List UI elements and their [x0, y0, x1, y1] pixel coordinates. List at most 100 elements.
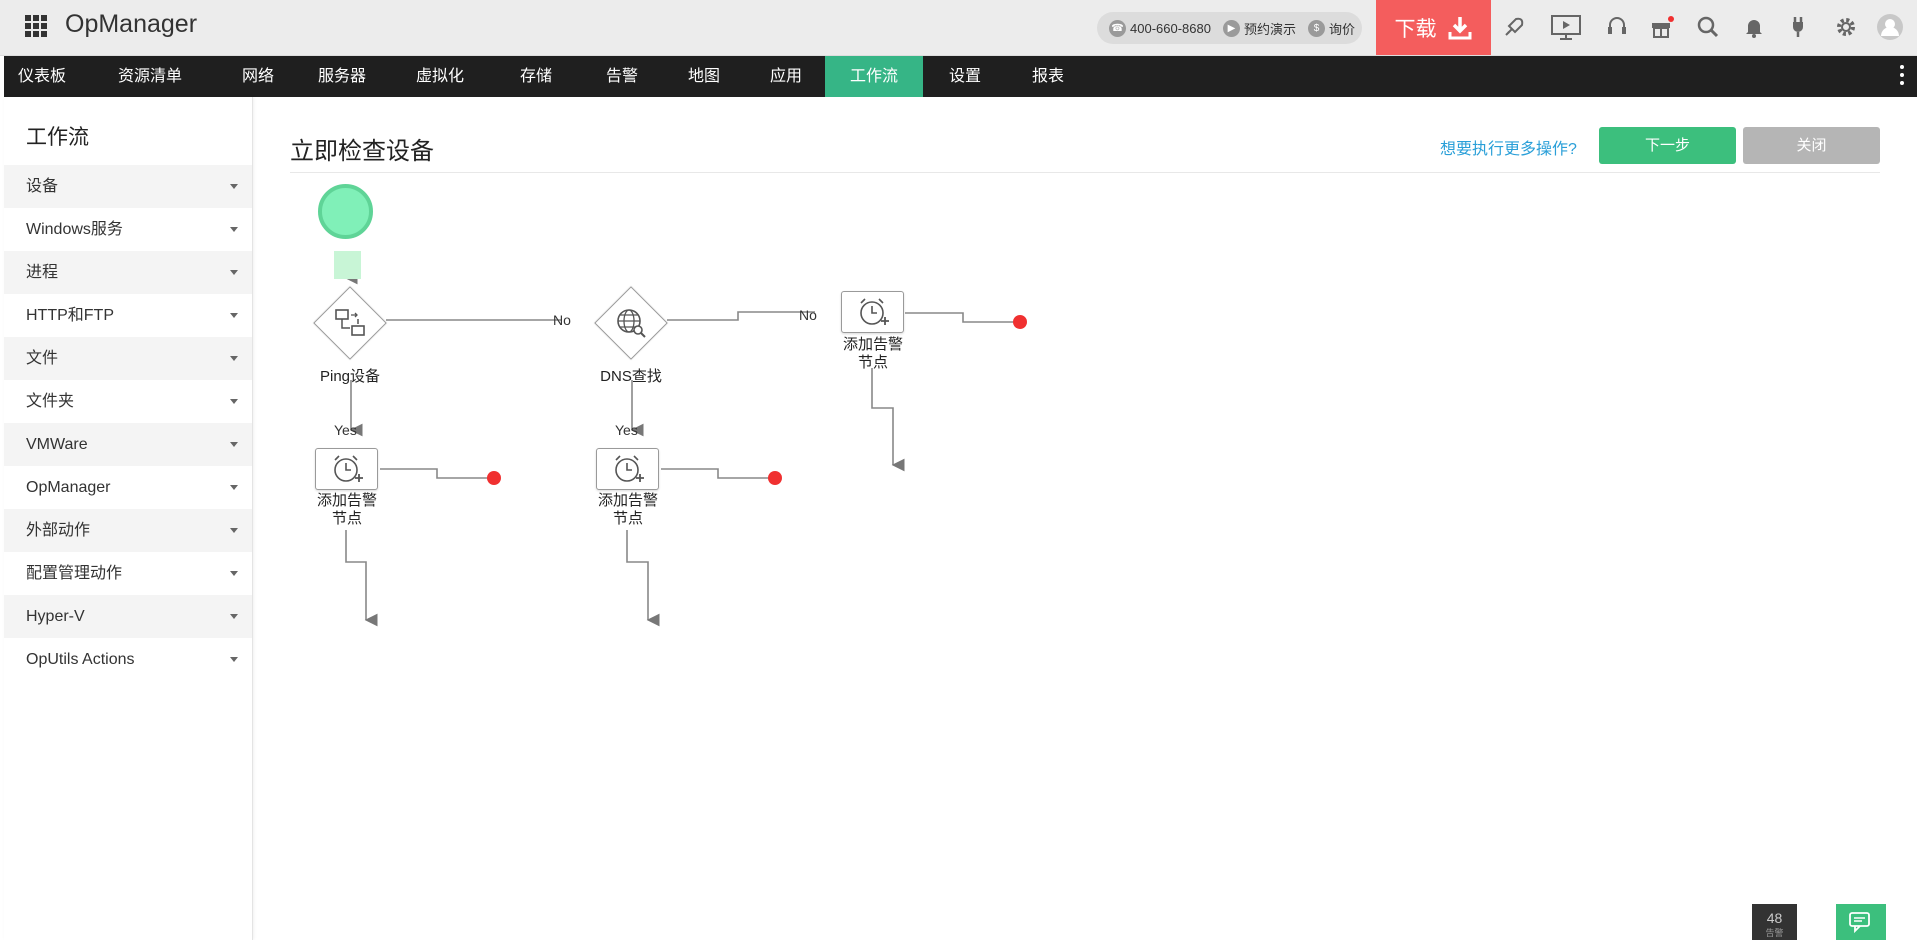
network-device-icon	[313, 286, 387, 360]
app-grid-icon[interactable]	[25, 15, 47, 37]
sidebar-item-label: 配置管理动作	[26, 565, 123, 582]
demo-link[interactable]: ▶ 预约演示	[1222, 19, 1296, 38]
sidebar-item-opmanager[interactable]: OpManager	[4, 466, 252, 509]
connector-dns-no	[667, 311, 815, 321]
sidebar-item-hyper-v[interactable]: Hyper-V	[4, 595, 252, 638]
nav-reports[interactable]: 报表	[1016, 56, 1080, 97]
alarm-count: 48	[1766, 910, 1783, 926]
close-button[interactable]: 关闭	[1743, 127, 1880, 164]
workflow-node-dns[interactable]	[594, 286, 668, 360]
sidebar-item-config-actions[interactable]: 配置管理动作	[4, 552, 252, 595]
connector-alarm3-end	[905, 312, 1016, 323]
edge-label-dns-yes: Yes	[615, 422, 638, 438]
sidebar-item-label: Windows服务	[26, 221, 123, 238]
phone-contact[interactable]: ☎ 400-660-8680	[1109, 19, 1211, 37]
caret-down-icon	[230, 356, 238, 361]
download-button[interactable]: 下载	[1376, 0, 1491, 55]
alarm-node-label: 添加告警 节点	[578, 492, 678, 528]
sidebar-item-label: VMWare	[26, 436, 88, 453]
sidebar-item-windows-services[interactable]: Windows服务	[4, 208, 252, 251]
chat-button[interactable]	[1836, 904, 1886, 940]
support-headset-icon[interactable]	[1602, 12, 1632, 42]
chat-bubble-icon	[1849, 912, 1870, 934]
phone-number: 400-660-8680	[1130, 20, 1211, 36]
connector-alarm3-down	[871, 368, 905, 472]
workflow-start-node[interactable]	[318, 184, 373, 239]
nav-apps[interactable]: 应用	[754, 56, 818, 97]
nav-alarms[interactable]: 告警	[590, 56, 654, 97]
caret-down-icon	[230, 657, 238, 662]
dollar-icon: $	[1307, 19, 1325, 37]
edge-label-dns-no: No	[799, 307, 817, 323]
nav-dashboard[interactable]: 仪表板	[4, 56, 80, 97]
caret-down-icon	[230, 399, 238, 404]
header-divider	[290, 172, 1880, 173]
caret-down-icon	[230, 184, 238, 189]
price-link[interactable]: $ 询价	[1307, 19, 1355, 38]
more-actions-link[interactable]: 想要执行更多操作?	[1440, 135, 1577, 159]
alarm-node-label: 添加告警 节点	[823, 336, 923, 372]
sidebar-item-files[interactable]: 文件	[4, 337, 252, 380]
alarm-clock-plus-icon	[614, 455, 644, 482]
demo-label: 预约演示	[1243, 21, 1296, 37]
sidebar-item-http-ftp[interactable]: HTTP和FTP	[4, 294, 252, 337]
connector-alarm2-down	[626, 530, 660, 627]
sidebar-item-label: 外部动作	[26, 522, 91, 539]
workflow-node-add-alarm-ping-yes[interactable]	[315, 448, 378, 490]
nav-storage[interactable]: 存储	[504, 56, 568, 97]
caret-down-icon	[230, 528, 238, 533]
app-title: OpManager	[65, 10, 198, 38]
nav-settings[interactable]: 设置	[933, 56, 997, 97]
sidebar-item-label: 设备	[26, 178, 59, 195]
connector-alarm1-down	[345, 530, 378, 627]
sidebar: 工作流 设备 Windows服务 进程 HTTP和FTP 文件 文件夹 VMWa…	[4, 97, 253, 940]
workflow-node-add-alarm-dns-yes[interactable]	[596, 448, 659, 490]
workflow-end-point[interactable]	[1013, 315, 1027, 329]
alarm-label-line1: 添加告警	[597, 492, 658, 509]
workflow-end-point[interactable]	[487, 471, 501, 485]
start-connector-handle[interactable]	[334, 251, 361, 279]
nav-workflow[interactable]: 工作流	[825, 56, 923, 97]
alarm-counter-badge[interactable]: 48 告警	[1752, 904, 1797, 940]
caret-down-icon	[230, 614, 238, 619]
alarm-label-line2: 节点	[857, 354, 888, 371]
gift-icon[interactable]	[1647, 12, 1677, 42]
download-icon	[1448, 16, 1471, 39]
alarm-count-label: 告警	[1765, 928, 1784, 938]
sidebar-item-devices[interactable]: 设备	[4, 165, 252, 208]
caret-down-icon	[230, 442, 238, 447]
sidebar-item-processes[interactable]: 进程	[4, 251, 252, 294]
sidebar-item-label: 文件	[26, 350, 59, 367]
sidebar-item-vmware[interactable]: VMWare	[4, 423, 252, 466]
workflow-node-ping[interactable]	[313, 286, 387, 360]
gear-icon[interactable]	[1831, 12, 1861, 42]
phone-icon: ☎	[1109, 19, 1126, 37]
top-bar: OpManager ☎ 400-660-8680 ▶ 预约演示 $ 询价 下载	[0, 0, 1917, 56]
alarm-label-line2: 节点	[612, 510, 643, 527]
nav-servers[interactable]: 服务器	[302, 56, 382, 97]
sidebar-item-label: HTTP和FTP	[26, 307, 114, 324]
sidebar-item-folders[interactable]: 文件夹	[4, 380, 252, 423]
bell-icon[interactable]	[1739, 12, 1769, 42]
workflow-node-add-alarm-dns-no[interactable]	[841, 291, 904, 333]
alarm-node-label: 添加告警 节点	[297, 492, 397, 528]
sidebar-item-label: 文件夹	[26, 393, 75, 410]
nav-virtualization[interactable]: 虚拟化	[400, 56, 480, 97]
user-avatar-icon[interactable]	[1875, 12, 1905, 42]
sidebar-item-external-actions[interactable]: 外部动作	[4, 509, 252, 552]
plug-icon[interactable]	[1783, 12, 1813, 42]
search-icon[interactable]	[1693, 12, 1723, 42]
nav-network[interactable]: 网络	[228, 56, 288, 97]
main-nav: 仪表板 资源清单 网络 服务器 虚拟化 存储 告警 地图 应用 工作流 设置 报…	[4, 56, 1917, 97]
more-vertical-icon[interactable]	[1900, 65, 1905, 89]
alarm-clock-plus-icon	[333, 455, 363, 482]
sidebar-item-oputils[interactable]: OpUtils Actions	[4, 638, 252, 681]
nav-maps[interactable]: 地图	[672, 56, 736, 97]
caret-down-icon	[230, 227, 238, 232]
rocket-icon[interactable]	[1499, 12, 1529, 42]
presentation-icon[interactable]	[1549, 12, 1583, 42]
caret-down-icon	[230, 485, 238, 490]
nav-inventory[interactable]: 资源清单	[108, 56, 192, 97]
workflow-end-point[interactable]	[768, 471, 782, 485]
next-button[interactable]: 下一步	[1599, 127, 1736, 164]
